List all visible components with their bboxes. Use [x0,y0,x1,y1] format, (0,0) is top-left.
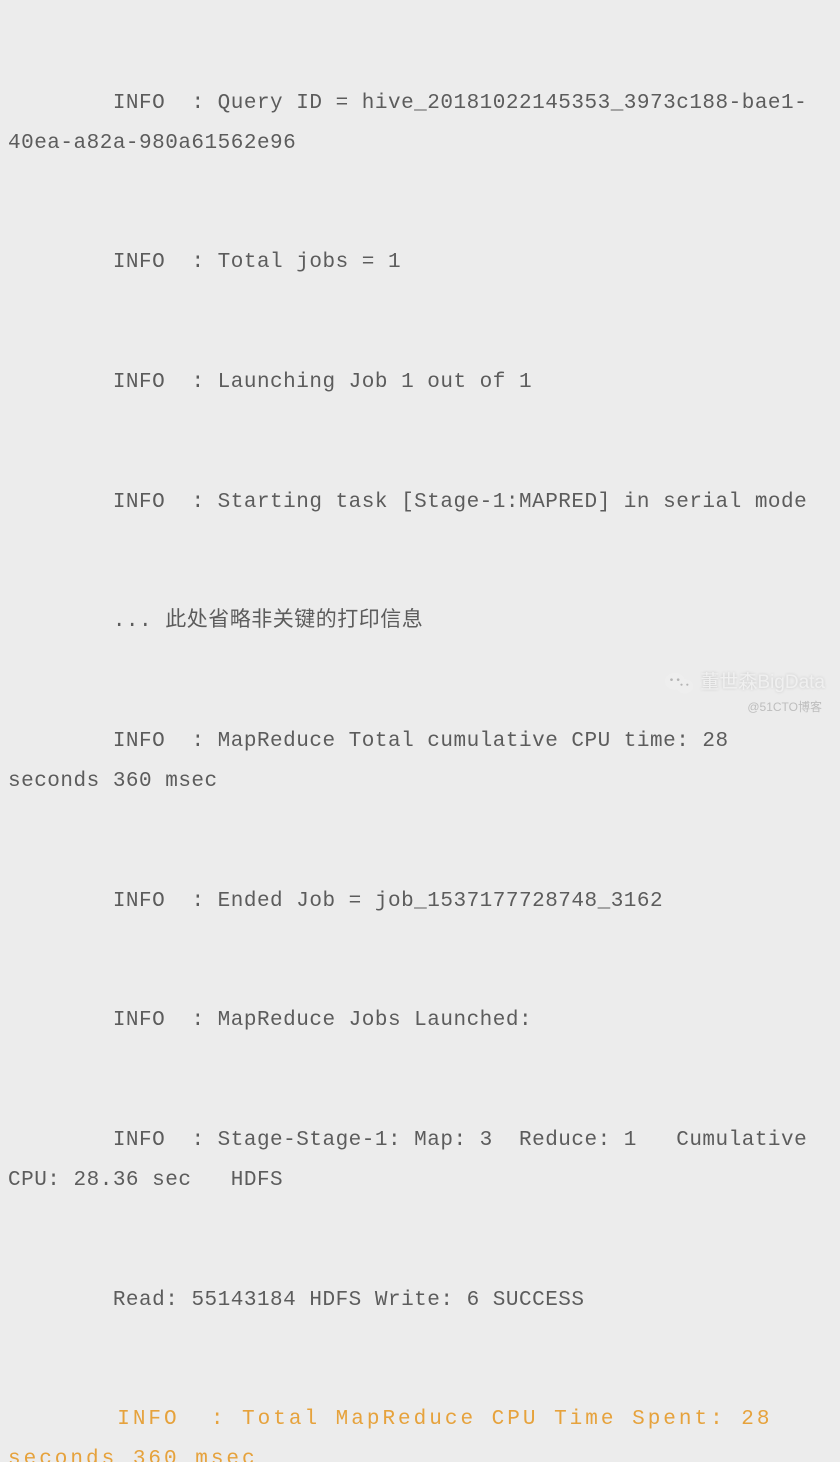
wechat-icon [664,670,694,696]
log-line-total-cpu-time-highlighted: INFO : Total MapReduce CPU Time Spent: 2… [8,1400,832,1462]
sub-watermark: @51CTO博客 [747,696,822,719]
log-line-stage-stats: INFO : Stage-Stage-1: Map: 3 Reduce: 1 C… [8,1121,832,1201]
log-line-cumulative-cpu: INFO : MapReduce Total cumulative CPU ti… [8,722,832,802]
log-line-jobs-launched: INFO : MapReduce Jobs Launched: [8,1001,832,1041]
log-line-total-jobs: INFO : Total jobs = 1 [8,243,832,283]
log-line-ended-job: INFO : Ended Job = job_1537177728748_316… [8,882,832,922]
log-output: INFO : Query ID = hive_20181022145353_39… [8,4,832,1462]
log-line-launching-job: INFO : Launching Job 1 out of 1 [8,363,832,403]
log-line-hdfs-read-write: Read: 55143184 HDFS Write: 6 SUCCESS [8,1281,832,1321]
log-line-starting-task: INFO : Starting task [Stage-1:MAPRED] in… [8,483,832,523]
log-line-query-id: INFO : Query ID = hive_20181022145353_39… [8,84,832,164]
log-line-omitted-note: ... 此处省略非关键的打印信息 [8,602,832,642]
